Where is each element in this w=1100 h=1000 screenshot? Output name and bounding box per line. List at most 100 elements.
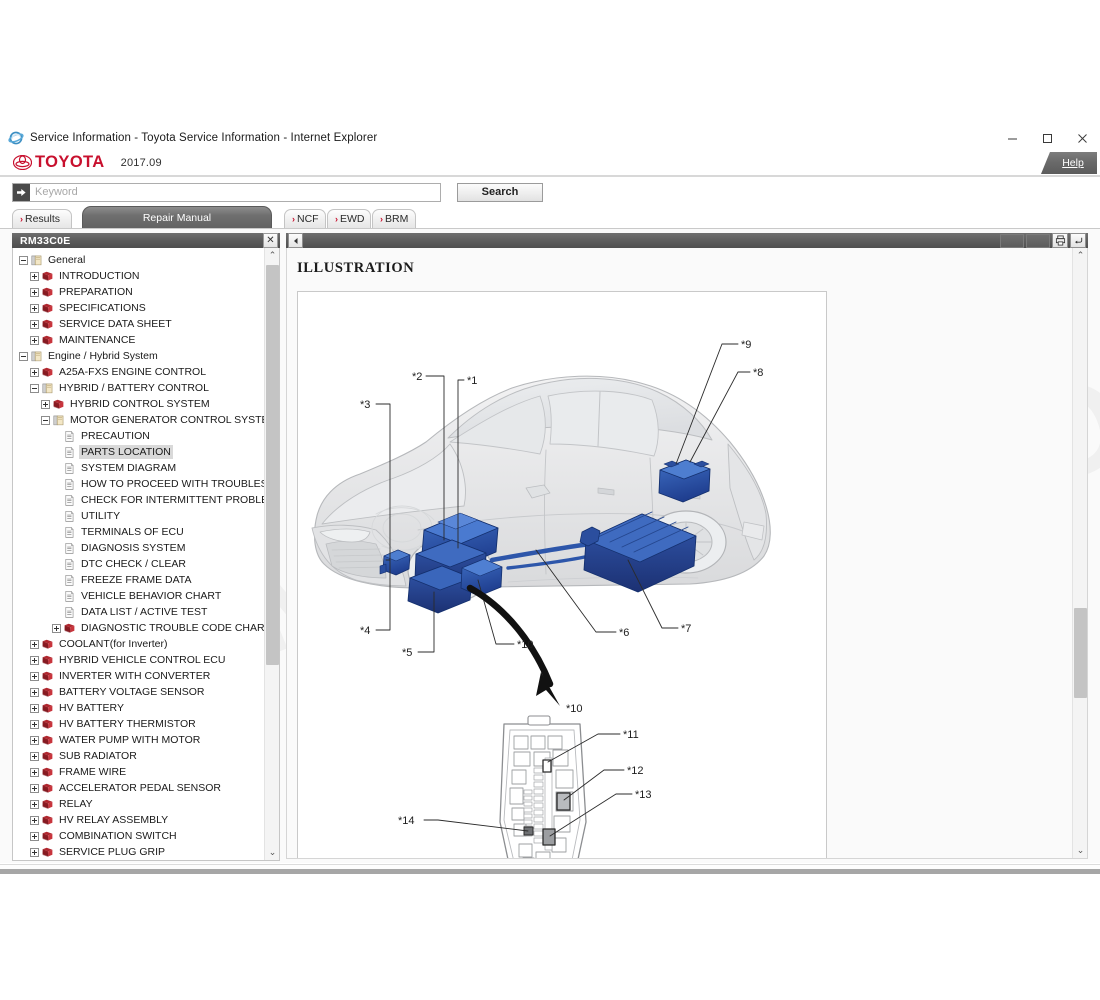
sidebar-scrollbar[interactable]: ⌃ ⌄ — [264, 248, 279, 860]
collapse-toggle-icon[interactable] — [41, 415, 50, 425]
tree-item[interactable]: SPECIFICATIONS — [13, 300, 264, 316]
tree-item[interactable]: INVERTER WITH CONVERTER — [13, 668, 264, 684]
tree-item[interactable]: MOTOR GENERATOR CONTROL SYSTEM — [13, 412, 264, 428]
tree-item[interactable]: MAINTENANCE — [13, 332, 264, 348]
print-icon[interactable] — [1052, 233, 1068, 248]
arrow-right-icon[interactable] — [13, 183, 30, 201]
tree-item[interactable]: HV BATTERY — [13, 700, 264, 716]
sidebar-scroll-down-button[interactable]: ⌄ — [265, 845, 280, 860]
return-arrow-icon[interactable] — [1070, 233, 1086, 248]
close-button[interactable] — [1065, 126, 1100, 150]
expand-toggle-icon[interactable] — [30, 671, 39, 681]
collapse-toggle-icon[interactable] — [30, 383, 39, 393]
expand-toggle-icon[interactable] — [30, 287, 39, 297]
tree-item[interactable]: DATA LIST / ACTIVE TEST — [13, 604, 264, 620]
expand-toggle-icon[interactable] — [30, 639, 39, 649]
tree-item[interactable]: HYBRID CONTROL SYSTEM — [13, 396, 264, 412]
tree-item[interactable]: SUB RADIATOR — [13, 748, 264, 764]
tree-item[interactable]: HV BATTERY THERMISTOR — [13, 716, 264, 732]
minimize-button[interactable] — [995, 126, 1030, 150]
tree-item-label: SUB RADIATOR — [59, 750, 137, 762]
expand-toggle-icon[interactable] — [30, 335, 39, 345]
tree-item[interactable]: FREEZE FRAME DATA — [13, 572, 264, 588]
tree-item[interactable]: DTC CHECK / CLEAR — [13, 556, 264, 572]
expand-toggle-icon[interactable] — [30, 767, 39, 777]
toyota-logo: TOYOTA — [13, 154, 105, 171]
content-toolbar-right — [1000, 233, 1086, 248]
tree-item[interactable]: BATTERY VOLTAGE SENSOR — [13, 684, 264, 700]
tree-item[interactable]: UTILITY — [13, 508, 264, 524]
tab-ncf[interactable]: › NCF — [284, 209, 326, 228]
sidebar-scroll-thumb[interactable] — [266, 265, 279, 665]
tree-item[interactable]: Engine / Hybrid System — [13, 348, 264, 364]
expand-toggle-icon[interactable] — [30, 271, 39, 281]
tree-item[interactable]: SYSTEM DIAGRAM — [13, 460, 264, 476]
expand-toggle-icon[interactable] — [30, 703, 39, 713]
tree-item[interactable]: HYBRID VEHICLE CONTROL ECU — [13, 652, 264, 668]
tree-item[interactable]: PARTS LOCATION — [13, 444, 264, 460]
expand-toggle-icon[interactable] — [30, 751, 39, 761]
tree-item[interactable]: VEHICLE BEHAVIOR CHART — [13, 588, 264, 604]
tree-item[interactable]: SERVICE DATA SHEET — [13, 316, 264, 332]
collapse-toggle-icon[interactable] — [19, 351, 28, 361]
expand-toggle-icon[interactable] — [30, 367, 39, 377]
tree-item[interactable]: General — [13, 252, 264, 268]
tree-item[interactable]: ACCELERATOR PEDAL SENSOR — [13, 780, 264, 796]
expand-toggle-icon[interactable] — [52, 623, 61, 633]
tab-brm[interactable]: › BRM — [372, 209, 416, 228]
tab-results[interactable]: › Results — [12, 209, 72, 228]
tree-item[interactable]: HYBRID / BATTERY CONTROL — [13, 380, 264, 396]
tree-item[interactable]: HOW TO PROCEED WITH TROUBLESHOOTING — [13, 476, 264, 492]
tab-ewd-label: EWD — [340, 213, 365, 225]
expand-toggle-icon[interactable] — [30, 735, 39, 745]
expand-toggle-icon[interactable] — [30, 687, 39, 697]
tree-item[interactable]: COMBINATION SWITCH — [13, 828, 264, 844]
page-prev-button[interactable] — [1000, 233, 1024, 248]
sidebar-scroll-up-button[interactable]: ⌃ — [265, 248, 280, 263]
tree-item[interactable]: DIAGNOSTIC TROUBLE CODE CHART — [13, 620, 264, 636]
content-scroll-thumb[interactable] — [1074, 608, 1087, 698]
tree-item[interactable]: FRAME WIRE — [13, 764, 264, 780]
tree-item[interactable]: PREPARATION — [13, 284, 264, 300]
tree-item[interactable]: CHECK FOR INTERMITTENT PROBLEMS — [13, 492, 264, 508]
maximize-button[interactable] — [1030, 126, 1065, 150]
expand-toggle-icon[interactable] — [30, 799, 39, 809]
red-book-icon — [41, 318, 54, 331]
tree-item[interactable]: HV RELAY ASSEMBLY — [13, 812, 264, 828]
expand-toggle-icon[interactable] — [30, 319, 39, 329]
tree-item[interactable]: WATER PUMP WITH MOTOR — [13, 732, 264, 748]
search-input[interactable] — [30, 183, 440, 201]
content-scroll-up-button[interactable]: ⌃ — [1073, 248, 1087, 263]
tree-item[interactable]: INTRODUCTION — [13, 268, 264, 284]
collapse-sidebar-button[interactable] — [288, 233, 303, 248]
tree-item[interactable]: COOLANT(for Inverter) — [13, 636, 264, 652]
tree-item[interactable]: SERVICE PLUG GRIP — [13, 844, 264, 860]
content-scroll-down-button[interactable]: ⌄ — [1073, 843, 1087, 858]
tree-item[interactable]: DIAGNOSIS SYSTEM — [13, 540, 264, 556]
tree-item[interactable]: PRECAUTION — [13, 428, 264, 444]
help-button[interactable]: Help — [1041, 152, 1097, 174]
expand-toggle-icon[interactable] — [30, 815, 39, 825]
expand-toggle-icon[interactable] — [30, 783, 39, 793]
collapse-toggle-icon[interactable] — [19, 255, 28, 265]
red-book-icon — [63, 622, 76, 635]
tree-item[interactable]: TERMINALS OF ECU — [13, 524, 264, 540]
expand-toggle-icon[interactable] — [30, 303, 39, 313]
expand-toggle-icon[interactable] — [30, 831, 39, 841]
content-scrollbar[interactable]: ⌃ ⌄ — [1072, 248, 1087, 858]
expand-toggle-icon[interactable] — [30, 655, 39, 665]
red-book-icon — [41, 670, 54, 683]
tree-item[interactable]: RELAY — [13, 796, 264, 812]
expand-toggle-icon[interactable] — [30, 719, 39, 729]
tree-item[interactable]: A25A-FXS ENGINE CONTROL — [13, 364, 264, 380]
expand-toggle-icon[interactable] — [41, 399, 50, 409]
search-button[interactable]: Search — [457, 182, 543, 202]
sidebar-close-button[interactable]: ✕ — [263, 233, 278, 248]
red-book-icon — [41, 766, 54, 779]
red-book-icon — [41, 270, 54, 283]
tab-ewd[interactable]: › EWD — [327, 209, 371, 228]
tab-repair-manual[interactable]: Repair Manual — [82, 206, 272, 228]
page-next-button[interactable] — [1026, 233, 1050, 248]
tab-brm-label: BRM — [385, 213, 409, 225]
expand-toggle-icon[interactable] — [30, 847, 39, 857]
